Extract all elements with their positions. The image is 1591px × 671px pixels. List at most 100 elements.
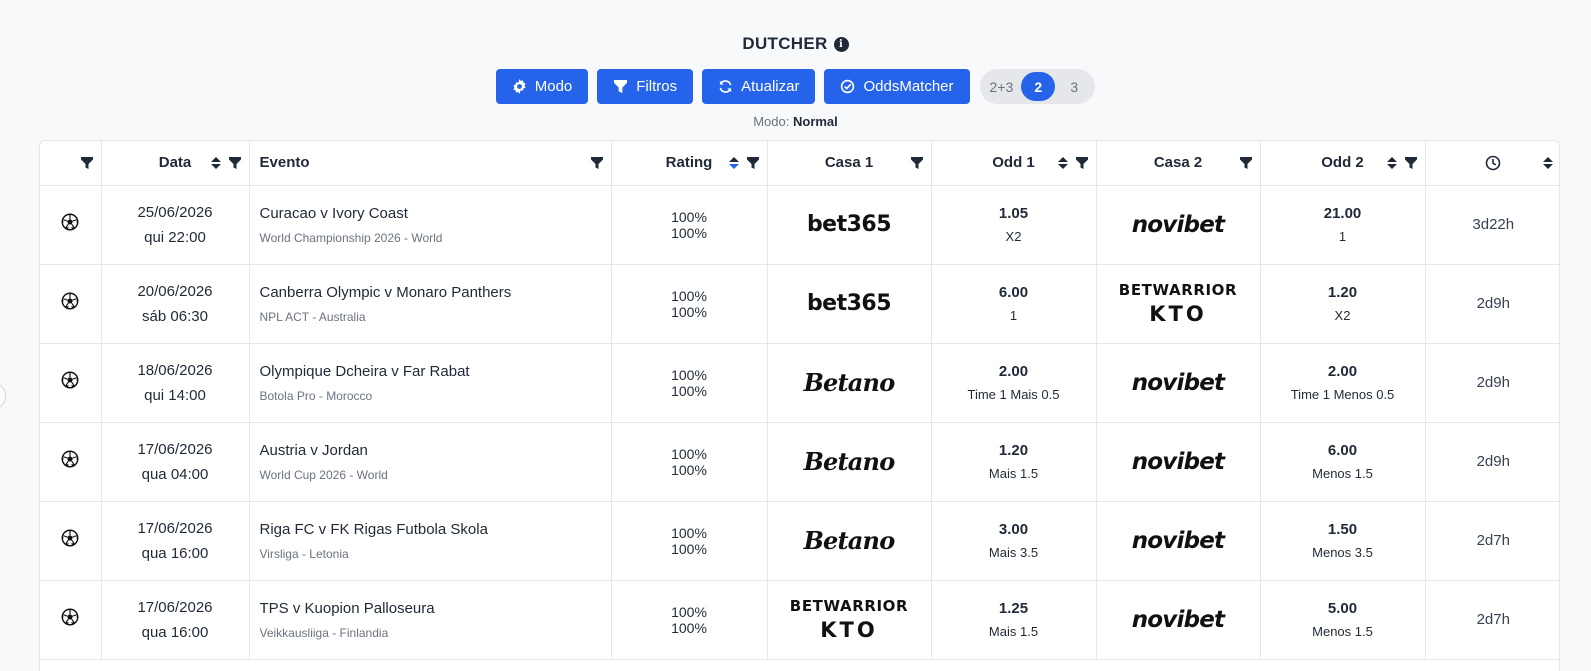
oddsmatcher-button[interactable]: OddsMatcher xyxy=(824,69,970,104)
sort-icon[interactable] xyxy=(1543,156,1553,169)
event-name[interactable]: TPS v Kuopion Palloseura xyxy=(260,600,611,617)
event-cell[interactable]: Austria v Jordan World Cup 2026 - World xyxy=(249,422,612,502)
house1-cell[interactable]: Betano xyxy=(767,501,932,581)
house1-cell[interactable]: Betano xyxy=(767,343,932,423)
col-data[interactable]: Data xyxy=(101,141,250,186)
table-row[interactable]: 17/06/2026 qua 16:00 TPS v Kuopion Pallo… xyxy=(40,580,1559,660)
segment-2-3[interactable]: 2+3 xyxy=(984,72,1020,101)
event-cell[interactable]: Canberra Olympic v Monaro Panthers NPL A… xyxy=(249,264,612,344)
rating-value: 100% xyxy=(671,208,707,225)
odd2-market: Menos 3.5 xyxy=(1312,545,1373,560)
modo-button[interactable]: Modo xyxy=(495,69,589,104)
event-cell[interactable]: Riga FC v FK Rigas Futbola Skola Virslig… xyxy=(249,501,612,581)
rating-value: 100% xyxy=(671,524,707,541)
odd1-cell[interactable]: 2.00 Time 1 Mais 0.5 xyxy=(931,343,1097,423)
event-cell[interactable]: Curacao v Ivory Coast World Championship… xyxy=(249,185,612,265)
table-row[interactable]: 18/06/2026 qui 14:00 Olympique Dcheira v… xyxy=(40,343,1559,423)
rating-value: 100% xyxy=(671,619,707,636)
house1-cell[interactable]: Betano xyxy=(767,422,932,502)
filter-icon[interactable] xyxy=(1404,156,1417,169)
filter-icon[interactable] xyxy=(590,156,603,169)
filter-icon[interactable] xyxy=(80,156,93,169)
sort-icon[interactable] xyxy=(728,156,739,169)
segment-3[interactable]: 3 xyxy=(1057,72,1091,101)
rating-cell: 100% 100% xyxy=(611,343,768,423)
refresh-icon xyxy=(719,80,732,93)
betano-logo: Betano xyxy=(803,526,896,555)
filter-icon[interactable] xyxy=(1075,156,1088,169)
col-odd2[interactable]: Odd 2 xyxy=(1260,141,1426,186)
house2-cell[interactable]: BETWARRIOR KTO xyxy=(1096,264,1261,344)
table-row[interactable]: 20/06/2026 sáb 06:30 Canberra Olympic v … xyxy=(40,264,1559,344)
rating-value: 100% xyxy=(671,224,707,241)
odd2-market: Menos 1.5 xyxy=(1312,624,1373,639)
odd1-cell[interactable]: 6.00 1 xyxy=(931,264,1097,344)
table-row[interactable]: 17/06/2026 qua 04:00 Austria v Jordan Wo… xyxy=(40,422,1559,502)
sport-cell xyxy=(40,580,102,660)
rating-cell: 100% 100% xyxy=(611,580,768,660)
event-weekday-time: qua 16:00 xyxy=(141,544,209,562)
novibet-logo: novibet xyxy=(1131,448,1225,475)
house2-cell[interactable]: novibet xyxy=(1096,580,1261,660)
col-time-remaining[interactable] xyxy=(1425,141,1559,186)
odd1-cell[interactable]: 1.05 X2 xyxy=(931,185,1097,265)
sort-icon[interactable] xyxy=(1057,156,1068,169)
col-casa1[interactable]: Casa 1 xyxy=(767,141,932,186)
filter-icon[interactable] xyxy=(1239,156,1252,169)
house2-cell[interactable]: novibet xyxy=(1096,343,1261,423)
col-sport xyxy=(40,141,102,186)
odd1-cell[interactable]: 1.25 Mais 1.5 xyxy=(931,580,1097,660)
odd2-cell[interactable]: 6.00 Menos 1.5 xyxy=(1260,422,1426,502)
event-league: World Cup 2026 - World xyxy=(259,467,388,482)
odd2-cell[interactable]: 2.00 Time 1 Menos 0.5 xyxy=(1260,343,1426,423)
odd2-cell[interactable]: 5.00 Menos 1.5 xyxy=(1260,580,1426,660)
filtros-button[interactable]: Filtros xyxy=(597,69,694,104)
col-evento[interactable]: Evento xyxy=(249,141,612,186)
sort-icon[interactable] xyxy=(210,156,221,169)
event-date: 17/06/2026 xyxy=(137,598,213,616)
house2-cell[interactable]: novibet xyxy=(1096,501,1261,581)
segment-2[interactable]: 2 xyxy=(1021,72,1056,101)
filter-icon[interactable] xyxy=(228,156,241,169)
atualizar-button[interactable]: Atualizar xyxy=(702,69,816,104)
col-rating[interactable]: Rating xyxy=(611,141,768,186)
filter-icon[interactable] xyxy=(910,156,923,169)
time-remaining: 2d7h xyxy=(1476,611,1510,628)
event-cell[interactable]: TPS v Kuopion Palloseura Veikkausliiga -… xyxy=(249,580,612,660)
side-panel-toggle[interactable] xyxy=(0,382,6,410)
odd2-value: 1.20 xyxy=(1327,284,1358,301)
house1-cell[interactable]: bet365 xyxy=(767,185,932,265)
odd2-cell[interactable]: 1.50 Menos 3.5 xyxy=(1260,501,1426,581)
time-remaining-cell: 2d9h xyxy=(1425,422,1559,502)
event-name[interactable]: Austria v Jordan xyxy=(260,442,611,459)
house1-cell[interactable]: BETWARRIOR KTO xyxy=(767,580,932,660)
filter-icon[interactable] xyxy=(746,156,759,169)
col-odd1[interactable]: Odd 1 xyxy=(931,141,1097,186)
odd2-value: 21.00 xyxy=(1323,205,1362,222)
table-row[interactable]: 17/06/2026 qua 16:00 Riga FC v FK Rigas … xyxy=(40,501,1559,581)
sort-icon[interactable] xyxy=(1386,156,1397,169)
event-name[interactable]: Canberra Olympic v Monaro Panthers xyxy=(260,284,611,301)
event-name[interactable]: Olympique Dcheira v Far Rabat xyxy=(260,363,611,380)
odd1-cell[interactable]: 1.20 Mais 1.5 xyxy=(931,422,1097,502)
event-name[interactable]: Riga FC v FK Rigas Futbola Skola xyxy=(260,521,611,538)
house2-cell[interactable]: novibet xyxy=(1096,422,1261,502)
house1-cell[interactable]: bet365 xyxy=(767,264,932,344)
event-name[interactable]: Curacao v Ivory Coast xyxy=(260,205,611,222)
odd2-value: 1.50 xyxy=(1327,521,1358,538)
date-cell: 25/06/2026 qui 22:00 xyxy=(101,185,250,265)
col-casa2[interactable]: Casa 2 xyxy=(1096,141,1261,186)
table-row[interactable]: 25/06/2026 qui 22:00 Curacao v Ivory Coa… xyxy=(40,185,1559,265)
sport-cell xyxy=(40,501,102,581)
event-cell[interactable]: Olympique Dcheira v Far Rabat Botola Pro… xyxy=(249,343,612,423)
odd2-market: 1 xyxy=(1338,229,1347,244)
odd2-cell[interactable]: 21.00 1 xyxy=(1260,185,1426,265)
soccer-ball-icon xyxy=(61,608,79,626)
odd2-cell[interactable]: 1.20 X2 xyxy=(1260,264,1426,344)
info-icon[interactable]: i xyxy=(833,36,849,52)
house2-cell[interactable]: novibet xyxy=(1096,185,1261,265)
odd1-market: Time 1 Mais 0.5 xyxy=(967,387,1060,402)
time-remaining-cell: 2d9h xyxy=(1425,264,1559,344)
soccer-ball-icon xyxy=(61,371,79,389)
odd1-cell[interactable]: 3.00 Mais 3.5 xyxy=(931,501,1097,581)
